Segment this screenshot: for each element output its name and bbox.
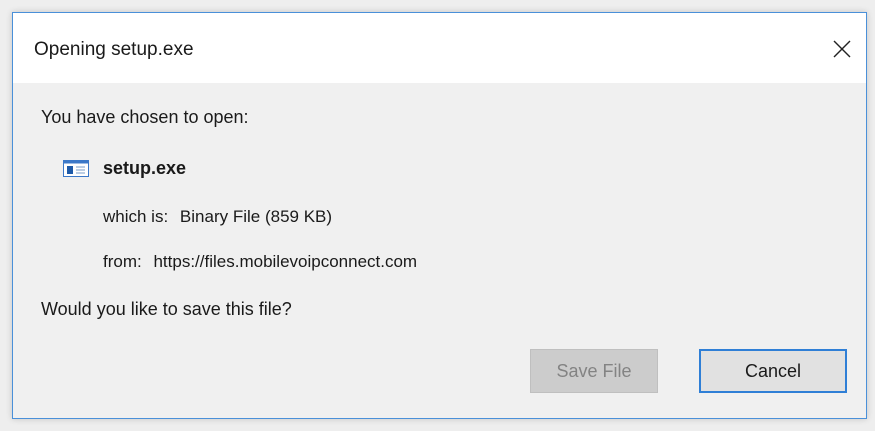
file-type-value: Binary File (859 KB) [179, 207, 333, 226]
close-icon [833, 40, 851, 58]
dialog-titlebar[interactable]: Opening setup.exe [13, 13, 866, 83]
save-question: Would you like to save this file? [41, 299, 292, 319]
open-file-dialog: Opening setup.exe You have chosen to ope… [12, 12, 867, 419]
file-type-label: which is: [103, 207, 169, 226]
close-button[interactable] [818, 27, 866, 71]
file-name-row: setup.exe [63, 158, 186, 179]
cancel-button[interactable]: Cancel [699, 349, 847, 393]
exe-file-icon [63, 160, 89, 177]
file-name: setup.exe [103, 158, 187, 178]
file-source-row: from: https://files.mobilevoipconnect.co… [103, 252, 417, 272]
dialog-content: You have chosen to open: setup.exe which… [13, 83, 866, 418]
file-source-value: https://files.mobilevoipconnect.com [153, 252, 418, 271]
file-source-label: from: [103, 252, 142, 271]
intro-text: You have chosen to open: [41, 107, 249, 127]
dialog-title: Opening setup.exe [34, 39, 194, 60]
desktop-background: Opening setup.exe You have chosen to ope… [0, 0, 875, 431]
save-file-button[interactable]: Save File [530, 349, 658, 393]
file-type-row: which is: Binary File (859 KB) [103, 207, 332, 227]
